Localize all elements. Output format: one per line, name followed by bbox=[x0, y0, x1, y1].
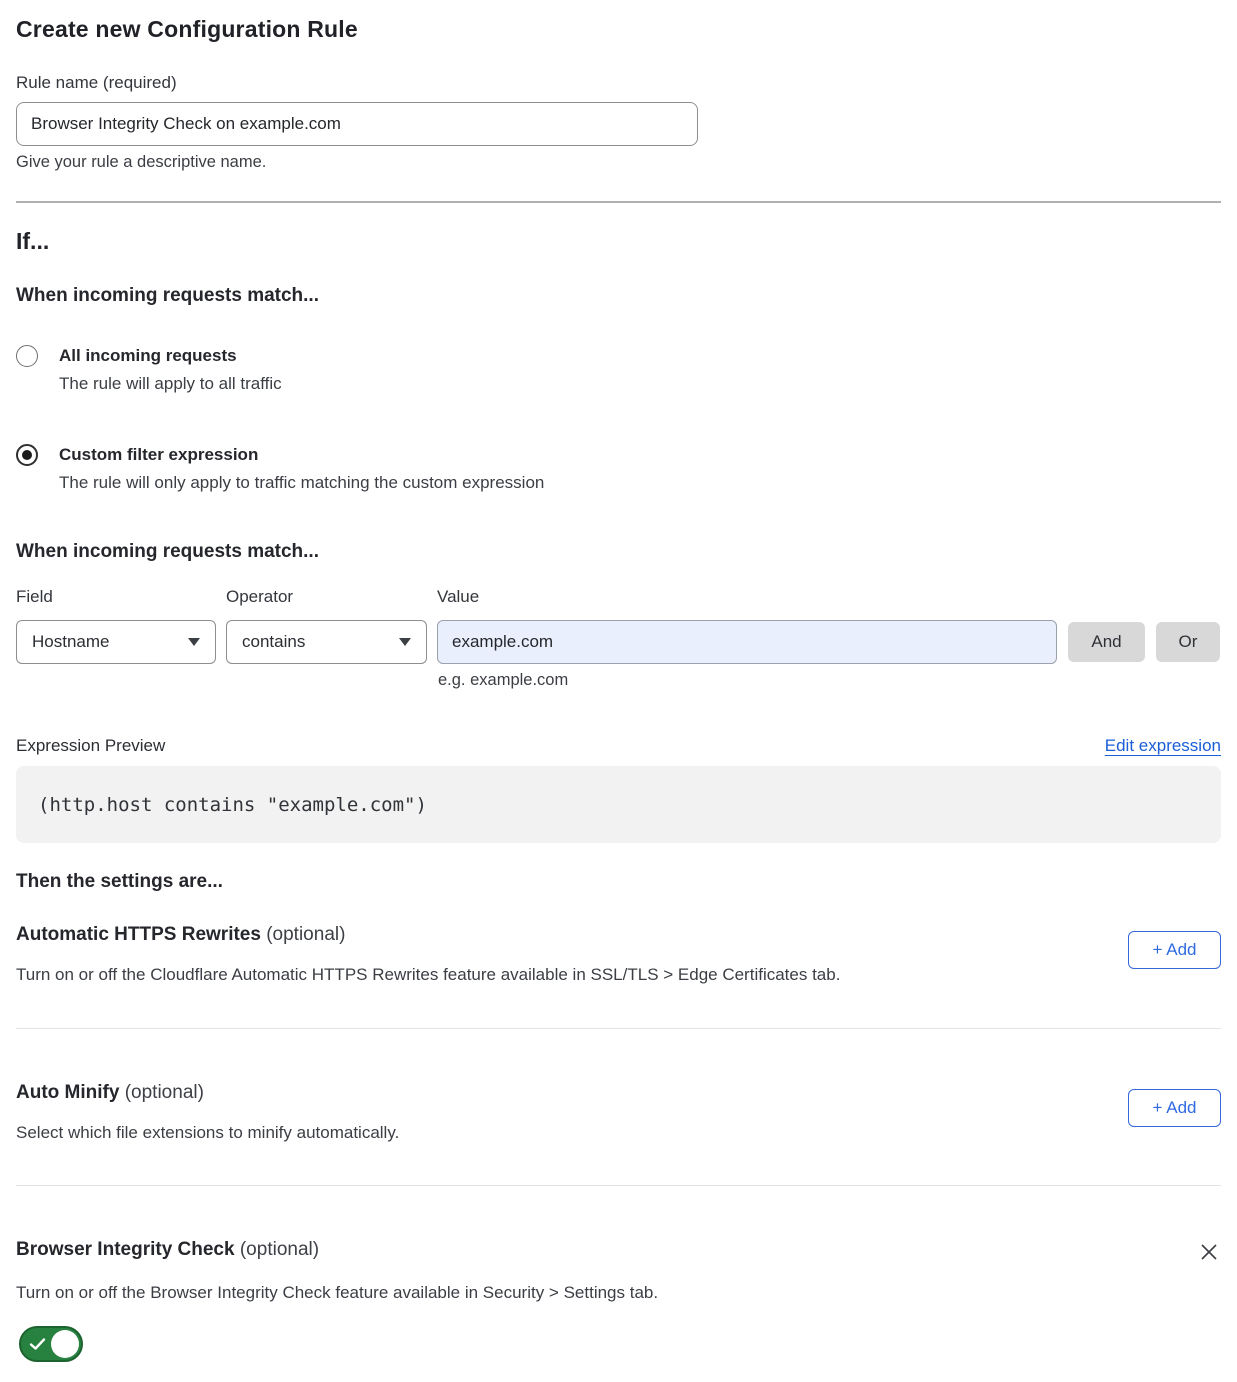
value-input[interactable] bbox=[437, 620, 1057, 664]
setting-divider bbox=[16, 1185, 1221, 1186]
setting-description: Turn on or off the Browser Integrity Che… bbox=[16, 1283, 1221, 1303]
and-button[interactable]: And bbox=[1068, 622, 1145, 662]
radio-label: Custom filter expression bbox=[59, 444, 544, 466]
radio-description: The rule will only apply to traffic matc… bbox=[59, 473, 544, 493]
setting-title: Auto Minify bbox=[16, 1082, 119, 1103]
expression-preview-header: Expression Preview Edit expression bbox=[16, 736, 1221, 756]
if-heading: If... bbox=[16, 228, 1221, 255]
chevron-down-icon bbox=[399, 638, 411, 646]
setting-auto-minify: Auto Minify (optional) Select which file… bbox=[16, 1081, 1221, 1143]
setting-divider bbox=[16, 1028, 1221, 1029]
radio-option-custom-expression[interactable]: Custom filter expression The rule will o… bbox=[16, 444, 1221, 493]
field-select[interactable]: Hostname bbox=[16, 620, 216, 664]
rule-name-label: Rule name (required) bbox=[16, 73, 1221, 93]
setting-title: Browser Integrity Check bbox=[16, 1239, 235, 1260]
setting-optional-tag: (optional) bbox=[125, 1082, 204, 1103]
close-icon bbox=[1199, 1242, 1219, 1262]
radio-description: The rule will apply to all traffic bbox=[59, 374, 282, 394]
chevron-down-icon bbox=[188, 638, 200, 646]
add-auto-minify-button[interactable]: + Add bbox=[1128, 1089, 1221, 1127]
toggle-knob bbox=[51, 1330, 79, 1358]
builder-row: Hostname contains And Or bbox=[16, 620, 1221, 664]
value-help-text: e.g. example.com bbox=[438, 671, 1221, 690]
operator-column-label: Operator bbox=[226, 587, 427, 607]
operator-select-value: contains bbox=[242, 632, 305, 652]
edit-expression-link[interactable]: Edit expression bbox=[1105, 736, 1221, 756]
remove-setting-button[interactable] bbox=[1197, 1240, 1221, 1267]
setting-automatic-https-rewrites: Automatic HTTPS Rewrites (optional) Turn… bbox=[16, 923, 1221, 985]
radio-selected-icon[interactable] bbox=[16, 444, 38, 466]
radio-unselected-icon[interactable] bbox=[16, 345, 38, 367]
add-https-rewrites-button[interactable]: + Add bbox=[1128, 931, 1221, 969]
radio-option-all-requests[interactable]: All incoming requests The rule will appl… bbox=[16, 345, 1221, 394]
expression-preview-label: Expression Preview bbox=[16, 736, 165, 756]
browser-integrity-check-toggle[interactable] bbox=[19, 1326, 83, 1362]
page-title: Create new Configuration Rule bbox=[16, 16, 1221, 43]
operator-select[interactable]: contains bbox=[226, 620, 427, 664]
value-column-label: Value bbox=[437, 587, 1057, 607]
then-heading: Then the settings are... bbox=[16, 871, 1221, 893]
radio-label: All incoming requests bbox=[59, 345, 282, 367]
field-select-value: Hostname bbox=[32, 632, 109, 652]
setting-optional-tag: (optional) bbox=[266, 924, 345, 945]
checkmark-icon bbox=[29, 1336, 46, 1352]
setting-title: Automatic HTTPS Rewrites bbox=[16, 924, 261, 945]
setting-browser-integrity-check: Browser Integrity Check (optional) Turn … bbox=[16, 1238, 1221, 1362]
section-divider bbox=[16, 201, 1221, 203]
setting-description: Select which file extensions to minify a… bbox=[16, 1123, 399, 1143]
builder-heading: When incoming requests match... bbox=[16, 541, 1221, 563]
field-column-label: Field bbox=[16, 587, 216, 607]
builder-column-labels: Field Operator Value bbox=[16, 587, 1221, 607]
expression-code-block: (http.host contains "example.com") bbox=[16, 766, 1221, 843]
expression-code: (http.host contains "example.com") bbox=[38, 794, 427, 816]
or-button[interactable]: Or bbox=[1156, 622, 1220, 662]
radio-dot bbox=[22, 450, 32, 460]
rule-name-help: Give your rule a descriptive name. bbox=[16, 153, 1221, 172]
match-subheading: When incoming requests match... bbox=[16, 285, 1221, 307]
rule-name-input[interactable] bbox=[16, 102, 698, 146]
setting-description: Turn on or off the Cloudflare Automatic … bbox=[16, 965, 840, 985]
setting-optional-tag: (optional) bbox=[240, 1239, 319, 1260]
